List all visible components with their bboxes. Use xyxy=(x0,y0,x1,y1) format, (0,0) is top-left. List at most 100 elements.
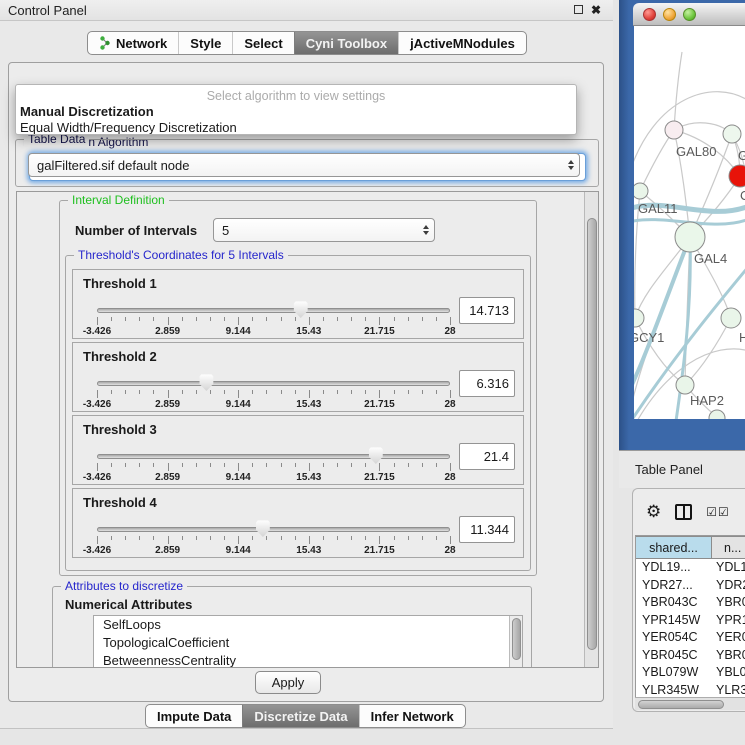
network-node[interactable] xyxy=(634,183,648,199)
tick-label: 2.859 xyxy=(155,472,180,483)
mac-minimize-button[interactable] xyxy=(663,8,676,21)
slider-track[interactable] xyxy=(97,454,450,459)
mac-close-button[interactable] xyxy=(643,8,656,21)
tick-mark xyxy=(408,536,409,540)
column-header-shared-name[interactable]: shared... xyxy=(636,536,712,559)
tick-mark xyxy=(168,390,169,398)
threshold-rows: Threshold 1-3.4262.8599.14415.4321.71528… xyxy=(72,269,524,561)
scrollbar-thumb[interactable] xyxy=(512,618,521,660)
scrollbar-thumb[interactable] xyxy=(587,218,597,650)
threshold-value-field[interactable]: 6.316 xyxy=(459,370,515,397)
attributes-list-scrollbar[interactable] xyxy=(509,616,522,668)
network-edge[interactable] xyxy=(635,318,685,385)
top-tab-bar: Network Style Select Cyni Toolbox jActiv… xyxy=(87,31,527,55)
threshold-value-field[interactable]: 14.713 xyxy=(459,297,515,324)
tab-jactivemnodules[interactable]: jActiveMNodules xyxy=(398,32,526,54)
tick-mark xyxy=(337,317,338,321)
slider-track[interactable] xyxy=(97,527,450,532)
network-canvas[interactable]: GAL80GALCGAL11GAL4GCY1HHAP2 xyxy=(634,26,745,419)
tick-mark xyxy=(182,390,183,394)
gear-icon[interactable]: ⚙ xyxy=(646,504,661,521)
network-node[interactable] xyxy=(723,125,741,143)
threshold-label: Threshold 4 xyxy=(83,495,157,510)
slider-track[interactable] xyxy=(97,308,450,313)
slider-thumb[interactable] xyxy=(293,301,308,318)
tick-label: 28 xyxy=(444,545,455,556)
interval-definition-section: Interval Definition Number of Intervals … xyxy=(59,200,537,576)
table-row[interactable]: YPR145WYPR1 xyxy=(636,612,745,630)
threshold-slider: -3.4262.8599.14415.4321.71528 xyxy=(97,448,450,482)
slider-thumb[interactable] xyxy=(255,520,270,537)
tab-cyni-toolbox[interactable]: Cyni Toolbox xyxy=(294,32,398,54)
tab-impute-data[interactable]: Impute Data xyxy=(146,705,242,727)
settings-vertical-scrollbar[interactable] xyxy=(584,192,598,667)
list-item[interactable]: BetweennessCentrality xyxy=(94,652,522,668)
network-node[interactable] xyxy=(709,410,725,419)
number-of-intervals-select[interactable]: 5 xyxy=(213,218,435,242)
tick-label: 28 xyxy=(444,326,455,337)
tick-mark xyxy=(309,317,310,325)
tick-mark xyxy=(323,463,324,467)
tab-discretize-data[interactable]: Discretize Data xyxy=(242,705,358,727)
slider-ticks xyxy=(97,536,450,544)
float-window-icon[interactable] xyxy=(569,3,587,17)
tick-label: 21.715 xyxy=(364,472,395,483)
tab-network[interactable]: Network xyxy=(88,32,178,54)
dropdown-option-equal-width-frequency[interactable]: Equal Width/Frequency Discretization xyxy=(16,120,576,135)
scrollbar-thumb[interactable] xyxy=(638,700,724,709)
mac-zoom-button[interactable] xyxy=(683,8,696,21)
network-node[interactable] xyxy=(634,309,644,327)
table-row[interactable]: YBL079WYBL0 xyxy=(636,664,745,682)
table-horizontal-scrollbar[interactable] xyxy=(635,697,745,710)
tick-mark xyxy=(196,463,197,467)
tab-style[interactable]: Style xyxy=(178,32,232,54)
split-columns-icon[interactable] xyxy=(675,504,692,520)
select-columns-icon[interactable]: ☑☑ xyxy=(706,506,730,518)
numerical-attributes-list[interactable]: SelfLoopsTopologicalCoefficientBetweenne… xyxy=(93,615,523,668)
table-data-select[interactable]: galFiltered.sif default node xyxy=(28,153,580,177)
slider-tick-labels: -3.4262.8599.14415.4321.71528 xyxy=(97,545,450,557)
table-row[interactable]: YBR043CYBR0 xyxy=(636,594,745,612)
dropdown-option-manual-discretization[interactable]: Manual Discretization xyxy=(16,104,576,120)
slider-ticks xyxy=(97,390,450,398)
table-row[interactable]: YBR045CYBR0 xyxy=(636,647,745,665)
tab-select[interactable]: Select xyxy=(232,32,293,54)
dropdown-placeholder-option[interactable]: Select algorithm to view settings xyxy=(16,88,576,104)
list-item[interactable]: SelfLoops xyxy=(94,616,522,634)
tick-mark xyxy=(153,463,154,467)
cell-shared-name: YDR27... xyxy=(636,577,712,595)
slider-thumb[interactable] xyxy=(368,447,383,464)
network-node[interactable] xyxy=(729,165,745,187)
tick-label: 15.43 xyxy=(296,326,321,337)
network-node[interactable] xyxy=(721,308,741,328)
list-item[interactable]: TopologicalCoefficient xyxy=(94,634,522,652)
network-node-label: GAL11 xyxy=(638,201,678,216)
apply-button[interactable]: Apply xyxy=(255,671,321,694)
network-edge[interactable] xyxy=(674,52,682,130)
table-row[interactable]: YDR27...YDR2 xyxy=(636,577,745,595)
slider-track[interactable] xyxy=(97,381,450,386)
network-node-label: HAP2 xyxy=(690,393,724,408)
tab-label: Infer Network xyxy=(371,709,454,724)
node-table: shared... n... YDL19...YDL1YDR27...YDR2Y… xyxy=(635,535,745,697)
table-row[interactable]: YER054CYER0 xyxy=(636,629,745,647)
table-row[interactable]: YDL19...YDL1 xyxy=(636,559,745,577)
tick-label: 28 xyxy=(444,472,455,483)
cell-shared-name: YBL079W xyxy=(636,664,712,682)
network-node[interactable] xyxy=(676,376,694,394)
close-icon[interactable]: ✖ xyxy=(587,3,605,17)
tick-mark xyxy=(266,390,267,394)
network-window-titlebar[interactable] xyxy=(633,3,745,26)
network-node[interactable] xyxy=(665,121,683,139)
threshold-value-field[interactable]: 11.344 xyxy=(459,516,515,543)
tab-infer-network[interactable]: Infer Network xyxy=(359,705,465,727)
table-row[interactable]: YLR345WYLR3 xyxy=(636,682,745,698)
tick-mark xyxy=(224,463,225,467)
threshold-value-field[interactable]: 21.4 xyxy=(459,443,515,470)
tick-mark xyxy=(408,390,409,394)
slider-thumb[interactable] xyxy=(199,374,214,391)
network-node[interactable] xyxy=(675,222,705,252)
column-header-name[interactable]: n... xyxy=(712,536,745,559)
tick-mark xyxy=(450,390,451,398)
network-edge[interactable] xyxy=(685,318,731,385)
